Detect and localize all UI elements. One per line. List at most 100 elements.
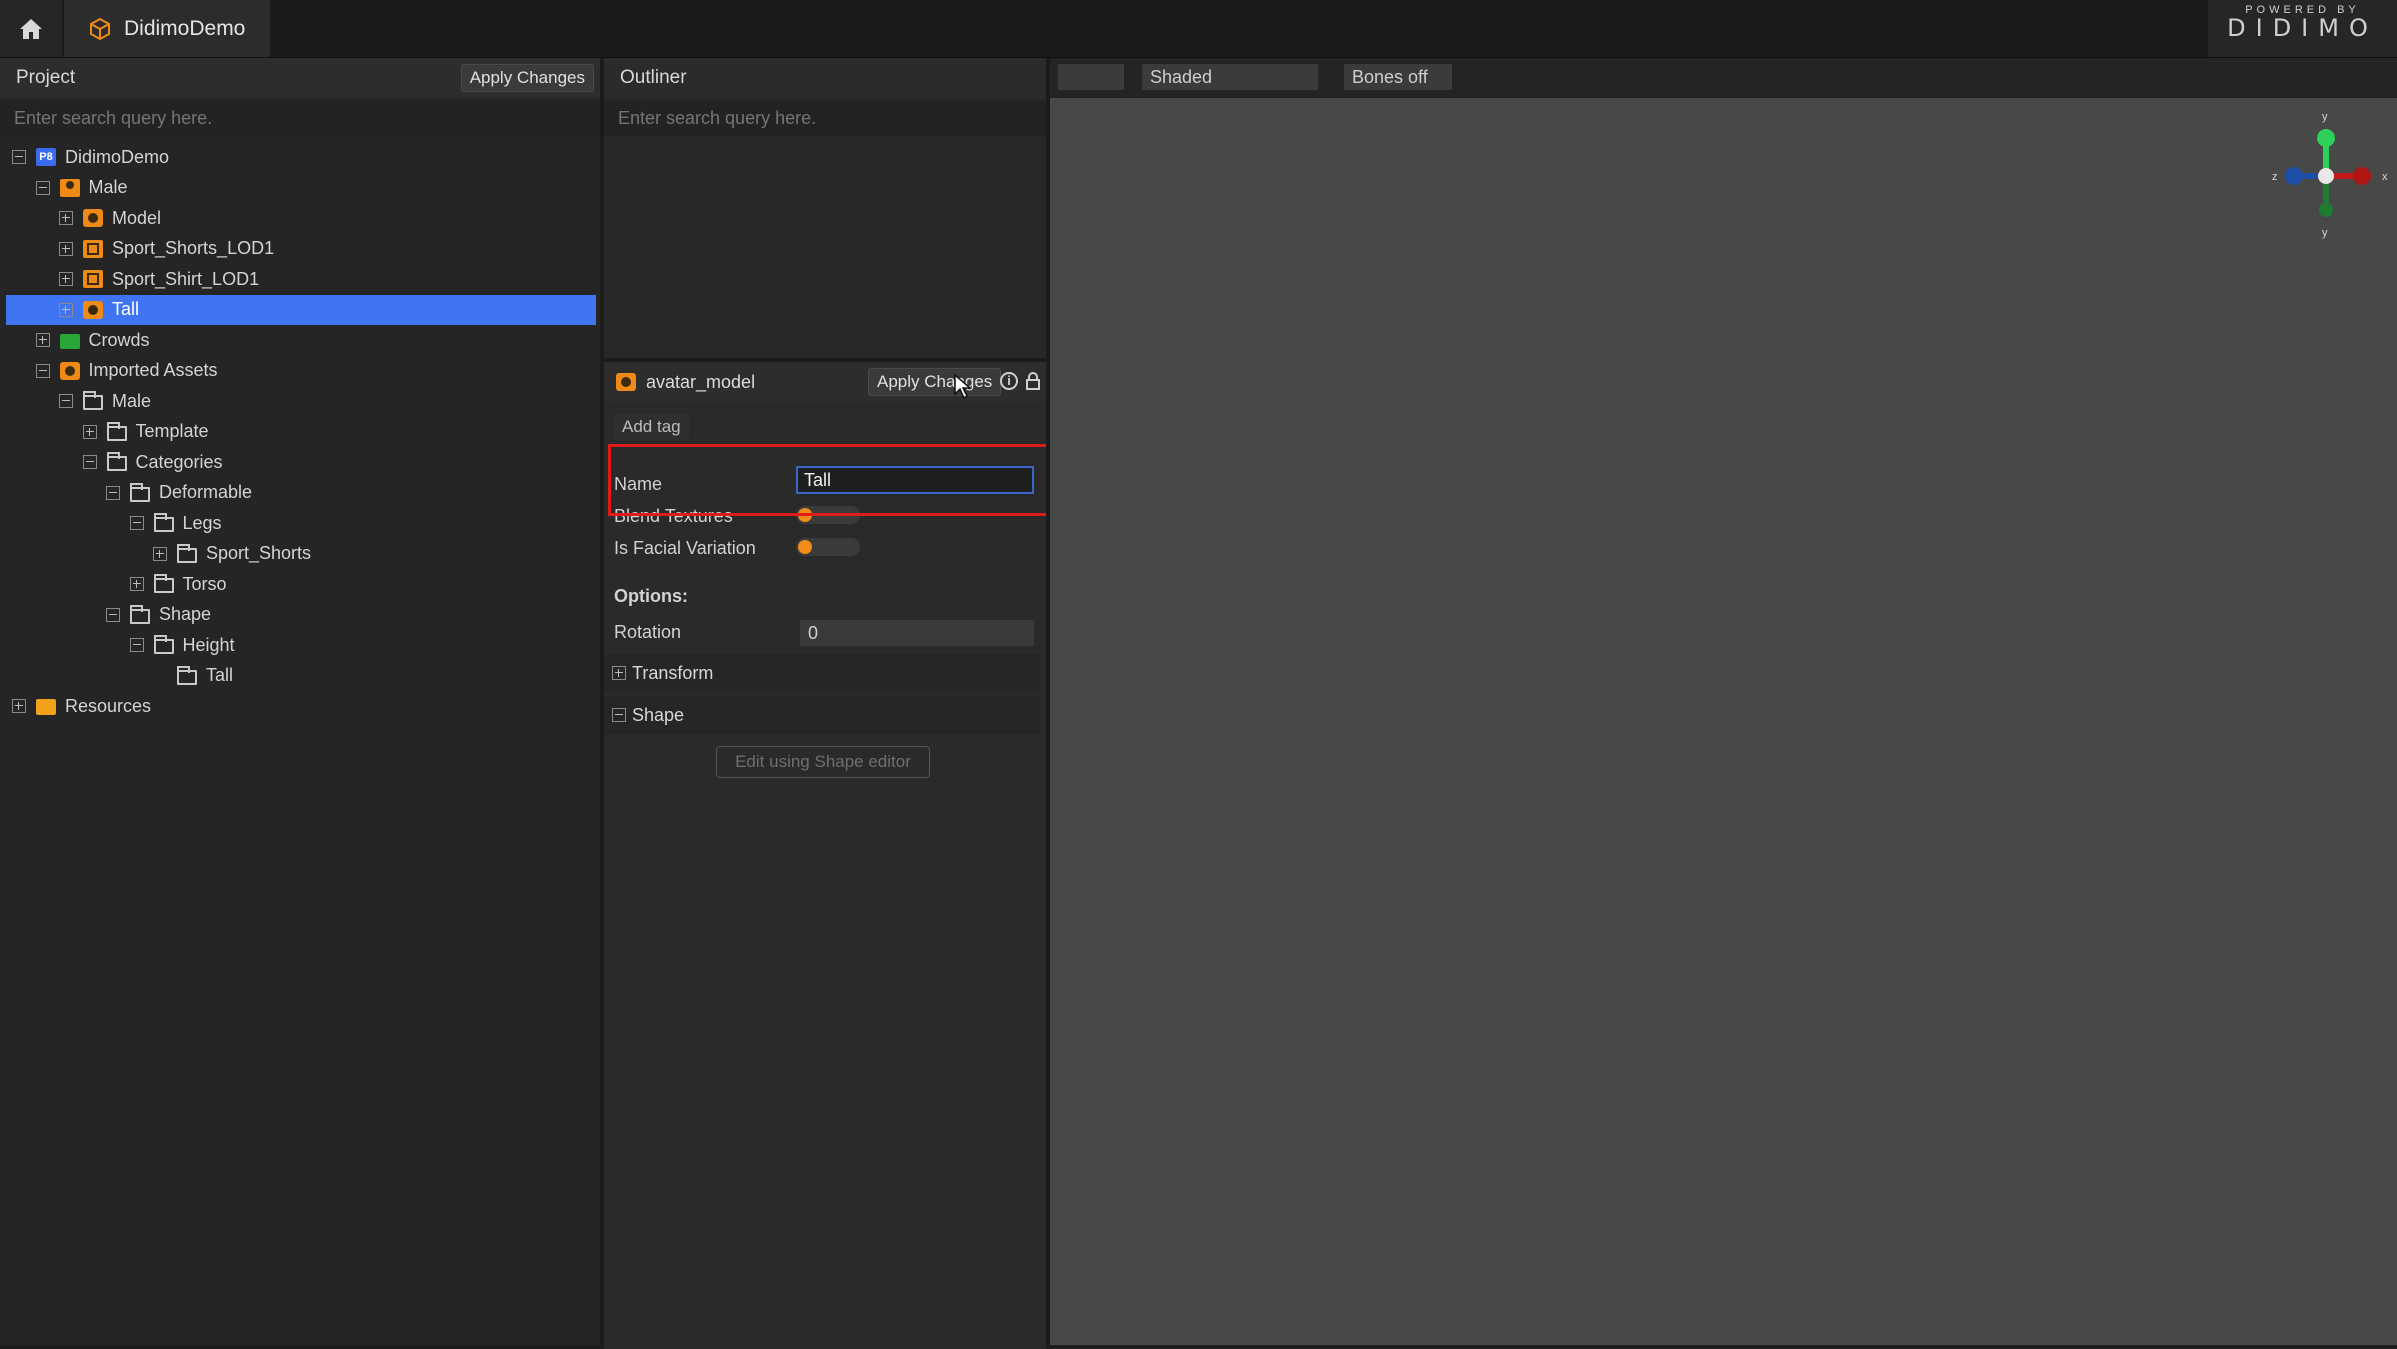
tree-item[interactable]: Male [0,173,596,203]
shading-mode-dropdown[interactable]: Shaded [1142,64,1318,90]
tree-item-label: Crowds [88,329,150,350]
tree-item[interactable]: Height [0,630,596,660]
asset-name: avatar_model [646,371,756,392]
model-icon [59,361,80,380]
tree-item-label: Resources [65,695,152,716]
tab-title: DidimoDemo [124,16,246,40]
project-apply-changes-button[interactable]: Apply Changes [460,64,594,92]
tree-item-label: Template [135,421,209,441]
tree-item-label: Torso [182,573,227,594]
name-label: Name [614,474,663,494]
plus-icon [612,666,626,680]
logo-brand: DIDIMO [2227,14,2378,42]
transform-section[interactable]: Transform [604,654,1040,692]
collapse-icon[interactable] [106,607,120,622]
facial-variation-toggle[interactable] [796,538,860,556]
cube-icon [90,17,110,40]
tree-item-label: Male [88,177,128,197]
tree-item[interactable]: Categories [0,447,596,477]
lock-icon[interactable] [1026,372,1040,390]
expand-icon[interactable] [59,302,73,317]
folder-icon [83,391,103,410]
mouse-cursor-icon [954,374,972,400]
tree-item-label: Categories [135,451,223,472]
inspector-panel: avatar_model Apply Changes i Add tag Nam… [604,358,1046,1349]
tree-item[interactable]: Sport_Shorts_LOD1 [0,234,596,264]
collapse-icon[interactable] [106,485,120,500]
info-icon[interactable]: i [1000,372,1018,390]
options-heading: Options: [614,586,688,606]
expand-icon[interactable] [59,241,73,256]
tree-item-label: Legs [182,512,222,533]
inspector-header: avatar_model Apply Changes i [604,362,1046,402]
project-search-input[interactable] [0,100,600,136]
bones-toggle[interactable]: Bones off [1344,64,1452,90]
expand-icon[interactable] [59,272,73,286]
collapse-icon[interactable] [129,516,144,530]
tree-item-selected[interactable]: Tall [6,294,596,325]
tree-item[interactable]: Sport_Shirt_LOD1 [0,264,596,294]
shape-section[interactable]: Shape [604,696,1040,734]
collapse-icon[interactable] [35,180,50,195]
expand-icon[interactable] [59,211,73,225]
tree-item[interactable]: Resources [0,691,596,721]
viewport-blank-dropdown[interactable] [1058,64,1124,90]
home-button[interactable] [0,0,62,57]
name-field[interactable] [796,466,1034,494]
tree-item[interactable]: Imported Assets [0,356,596,386]
expand-icon[interactable] [153,546,167,561]
tree-item-label: Tall [206,665,234,685]
tree-item[interactable]: Male [0,386,596,416]
collapse-icon[interactable] [129,638,144,652]
outliner-search-input[interactable] [604,100,1046,136]
tree-item[interactable]: Shape [0,600,596,630]
collapse-icon[interactable] [12,150,26,164]
tree-item[interactable]: Deformable [0,478,596,508]
folder-icon [153,513,174,532]
tree-item[interactable]: Template [0,417,596,447]
tree-item[interactable]: Sport_Shorts [0,539,596,569]
axis-x-label: x [2382,171,2388,183]
blend-textures-toggle[interactable] [796,506,860,524]
inspector-body: Add tag Name Blend Textures Is Facial Va… [604,402,1046,1349]
folder-icon [130,482,150,502]
tree-item-label: Shape [159,604,212,624]
tree-item[interactable]: Tall [0,661,596,691]
tree-item-label: Imported Assets [88,360,218,380]
tab-didimodemo[interactable]: DidimoDemo [64,0,270,57]
inspector-apply-changes-button[interactable]: Apply Changes [868,368,1002,396]
expand-icon[interactable] [35,333,50,347]
facial-variation-label: Is Facial Variation [614,538,756,558]
tree-item[interactable]: Torso [0,569,596,599]
transform-label: Transform [632,662,714,683]
asset-model-icon [616,373,636,391]
tree-item[interactable]: Legs [0,508,596,538]
tree-item-label: Deformable [159,482,253,502]
tree-item[interactable]: Model [0,203,596,233]
expand-icon[interactable] [82,424,97,439]
axis-z-label: z [2272,171,2278,183]
tree-item-label: Sport_Shirt_LOD1 [112,268,260,289]
rotation-field[interactable]: 0 [800,620,1034,646]
tree-item-label: Model [112,207,162,228]
folder-icon [153,574,174,593]
shape-label: Shape [632,704,685,725]
project-header: Project Apply Changes [0,58,600,98]
edit-shape-editor-button[interactable]: Edit using Shape editor [716,746,930,778]
crowds-folder-icon [59,334,80,349]
axis-gizmo[interactable]: y y x z [2266,108,2392,242]
tree-item-label: Height [182,634,235,655]
add-tag-button[interactable]: Add tag [614,414,689,440]
collapse-icon[interactable] [82,455,97,469]
3d-viewport[interactable] [1050,98,2397,1345]
tree-item[interactable]: Crowds [0,325,596,355]
tree-item-label: DidimoDemo [65,146,170,167]
collapse-icon[interactable] [35,363,50,378]
tree-item[interactable]: P8 DidimoDemo [0,142,596,172]
axis-y-label: y [2322,111,2328,123]
collapse-icon[interactable] [59,394,73,408]
project-title: Project [16,67,76,88]
expand-icon[interactable] [12,699,26,713]
expand-icon[interactable] [129,577,144,591]
folder-icon [177,665,197,685]
